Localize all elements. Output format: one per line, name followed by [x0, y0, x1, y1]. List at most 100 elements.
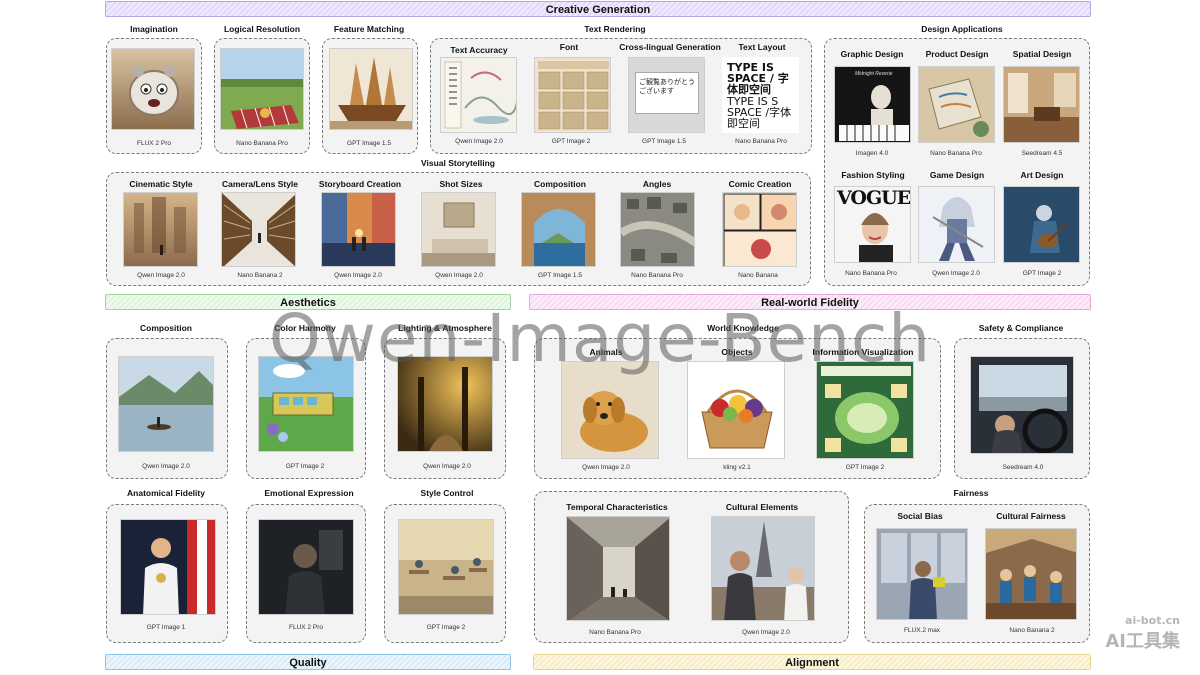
- panel-label: Font: [559, 42, 579, 52]
- game-design-image: [918, 186, 995, 263]
- model-caption: FLUX.2 max: [903, 627, 941, 634]
- aesthetics-banner: Aesthetics: [105, 294, 511, 310]
- real-world-fidelity-banner: Real-world Fidelity: [529, 294, 1091, 310]
- group-label: Fairness: [953, 488, 989, 498]
- art-design-image: [1003, 186, 1080, 263]
- animals-image: [561, 361, 659, 459]
- model-caption: Qwen Image 2.0: [334, 272, 382, 279]
- panel-label: Style Control: [420, 488, 474, 498]
- panel-label: Temporal Characteristics: [566, 502, 668, 512]
- panel-label: Shot Sizes: [439, 179, 483, 189]
- panel-label: Graphic Design: [840, 49, 904, 59]
- panel-label: Composition: [140, 323, 192, 333]
- panel-label: Safety & Compliance: [978, 323, 1064, 333]
- model-caption: Qwen Image 2.0: [932, 270, 980, 277]
- panel-label: Cultural Fairness: [996, 511, 1066, 521]
- shot-sizes-image: [421, 192, 496, 267]
- comic-creation-image: [722, 192, 797, 267]
- corner-watermark: ai-bot.cn AI工具集: [1105, 614, 1180, 653]
- model-caption: Seedream 4.0: [1002, 464, 1044, 471]
- panel-label: Feature Matching: [333, 24, 405, 34]
- panel-label: Comic Creation: [728, 179, 792, 189]
- panel-label: Angles: [642, 179, 672, 189]
- panel-label: Objects: [721, 347, 753, 357]
- model-caption: Nano Banana 2: [1009, 627, 1055, 634]
- safety-image: [970, 356, 1074, 454]
- model-caption: FLUX 2 Pro: [289, 624, 323, 631]
- panel-label: Color Harmony: [274, 323, 336, 333]
- model-caption: Nano Banana Pro: [589, 629, 641, 636]
- model-caption: Nano Banana 2: [237, 272, 283, 279]
- fashion-styling-image: VOGUE: [834, 186, 911, 263]
- panel-label: Social Bias: [897, 511, 943, 521]
- model-caption: Nano Banana Pro: [930, 150, 982, 157]
- model-caption: Qwen Image 2.0: [742, 629, 790, 636]
- social-bias-image: [876, 528, 968, 620]
- panel-label: Cinematic Style: [129, 179, 193, 189]
- panel-label: Storyboard Creation: [318, 179, 402, 189]
- panel-label: Cultural Elements: [725, 502, 799, 512]
- panel-label: Animals: [589, 347, 623, 357]
- text-layout-text-2: TYPE IS S SPACE /字体即空间: [727, 95, 792, 131]
- panel-label: Game Design: [929, 170, 985, 180]
- model-caption: kling v2.1: [723, 464, 751, 471]
- model-caption: GPT Image 2: [285, 463, 325, 470]
- model-caption: Nano Banana Pro: [631, 272, 683, 279]
- panel-label: Cross-lingual Generation: [619, 42, 721, 52]
- panel-label: Art Design: [1020, 170, 1064, 180]
- group-label: World Knowledge: [707, 323, 779, 333]
- panel-label: Logical Resolution: [223, 24, 301, 34]
- model-caption: GPT Image 2: [845, 464, 885, 471]
- imagination-image: [111, 48, 195, 130]
- model-caption: GPT Image 2: [551, 138, 591, 145]
- style-control-image: [398, 519, 494, 615]
- model-caption: Imagen 4.0: [855, 150, 889, 157]
- model-caption: GPT Image 1.5: [538, 272, 582, 279]
- panel-label: Lighting & Atmosphere: [398, 323, 492, 333]
- storyboard-image: [321, 192, 396, 267]
- group-label: Design Applications: [921, 24, 1003, 34]
- alignment-banner: Alignment: [533, 654, 1091, 670]
- model-caption: GPT Image 2: [1022, 270, 1062, 277]
- model-caption: GPT Image 2: [426, 624, 466, 631]
- model-caption: Qwen Image 2.0: [137, 272, 185, 279]
- cross-lingual-image: ご観覧ありがとうございます: [628, 57, 705, 133]
- panel-label: Composition: [534, 179, 586, 189]
- corner-watermark-name: AI工具集: [1105, 631, 1180, 652]
- cross-lingual-sign-text: ご観覧ありがとうございます: [639, 78, 695, 95]
- panel-label: Fashion Styling: [841, 170, 905, 180]
- text-layout-text: TYPE IS SPACE / 字体即空间: [727, 61, 789, 97]
- group-label: Visual Storytelling: [420, 158, 496, 168]
- model-caption: Qwen Image 2.0: [582, 464, 630, 471]
- panel-label: Text Accuracy: [450, 45, 508, 55]
- model-caption: Nano Banana Pro: [735, 138, 787, 145]
- model-caption: Nano Banana Pro: [845, 270, 897, 277]
- anatomical-image: [120, 519, 216, 615]
- creative-generation-banner: Creative Generation: [105, 1, 1091, 17]
- panel-label: Text Layout: [738, 42, 786, 52]
- cultural-fairness-image: [985, 528, 1077, 620]
- cultural-elements-image: [711, 516, 815, 621]
- vs-composition-image: [521, 192, 596, 267]
- spatial-design-image: [1003, 66, 1080, 143]
- model-caption: FLUX 2 Pro: [137, 140, 171, 147]
- logical-resolution-image: [220, 48, 304, 130]
- angles-image: [620, 192, 695, 267]
- model-caption: Seedream 4.5: [1021, 150, 1063, 157]
- model-caption: Qwen Image 2.0: [435, 272, 483, 279]
- camera-lens-image: [221, 192, 296, 267]
- corner-watermark-domain: ai-bot.cn: [1125, 614, 1180, 627]
- panel-label: Emotional Expression: [264, 488, 354, 498]
- panel-label: Anatomical Fidelity: [127, 488, 205, 498]
- model-caption: Nano Banana Pro: [236, 140, 288, 147]
- model-caption: Qwen Image 2.0: [142, 463, 190, 470]
- model-caption: Qwen Image 2.0: [423, 463, 471, 470]
- info-vis-image: [816, 361, 914, 459]
- graphic-design-image: Midnight Reverie: [834, 66, 911, 143]
- text-layout-image: TYPE IS SPACE / 字体即空间 TYPE IS S SPACE /字…: [722, 57, 799, 133]
- model-caption: GPT Image 1: [146, 624, 186, 631]
- emotional-image: [258, 519, 354, 615]
- cinematic-style-image: [123, 192, 198, 267]
- temporal-image: [566, 516, 670, 621]
- panel-label: Spatial Design: [1012, 49, 1072, 59]
